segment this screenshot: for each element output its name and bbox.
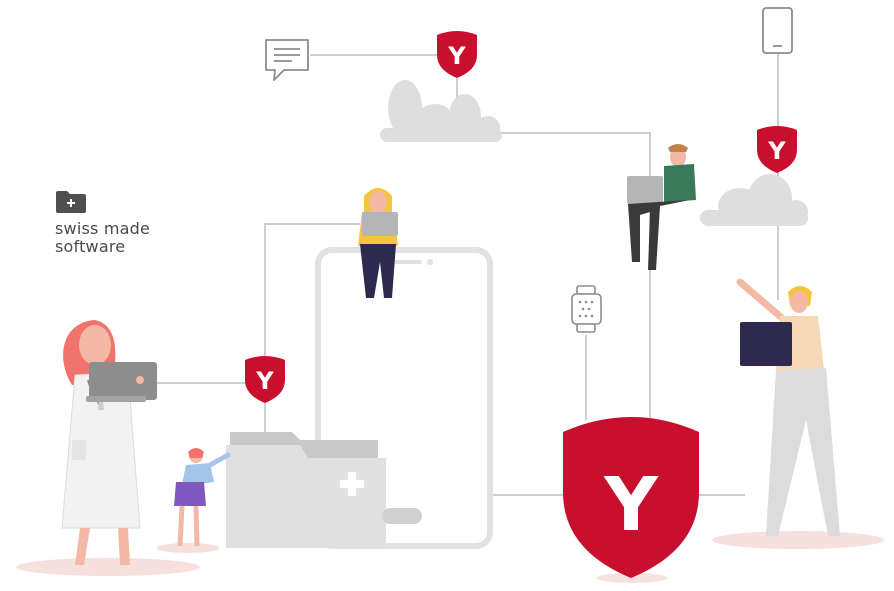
shield-right: Y xyxy=(757,126,797,173)
svg-text:Y: Y xyxy=(255,367,274,395)
badge-line-1: swiss made xyxy=(55,219,151,238)
badge-line-2: software xyxy=(55,237,126,256)
shield-top: Y xyxy=(437,31,477,78)
ground-shadow-presenter xyxy=(712,531,884,549)
seated-man-figure xyxy=(627,144,696,270)
cloud-top xyxy=(380,80,502,142)
shield-left: Y xyxy=(245,356,285,403)
assistant-figure xyxy=(174,448,231,547)
presenter-figure xyxy=(736,278,840,536)
medical-folder-icon xyxy=(226,432,422,548)
ground-shadow-assistant xyxy=(156,543,220,553)
badge-text: swiss made software xyxy=(55,220,150,256)
folder-plus-icon xyxy=(56,191,86,213)
shield-main: Y xyxy=(563,417,699,578)
svg-text:Y: Y xyxy=(447,42,466,70)
ground-shadow-doctor xyxy=(16,558,200,576)
seated-woman-figure xyxy=(358,188,398,298)
doctor-figure xyxy=(61,320,157,565)
scene-svg: Y Y Y Y xyxy=(16,7,884,583)
chat-bubble-icon xyxy=(265,39,309,81)
swiss-made-software-badge: swiss made software xyxy=(55,190,150,256)
illustration: Y Y Y Y xyxy=(0,0,894,586)
cloud-right xyxy=(700,174,808,226)
svg-text:Y: Y xyxy=(767,137,786,165)
smartwatch-icon xyxy=(571,285,602,333)
smartphone-icon xyxy=(762,7,793,54)
svg-text:Y: Y xyxy=(603,462,659,548)
